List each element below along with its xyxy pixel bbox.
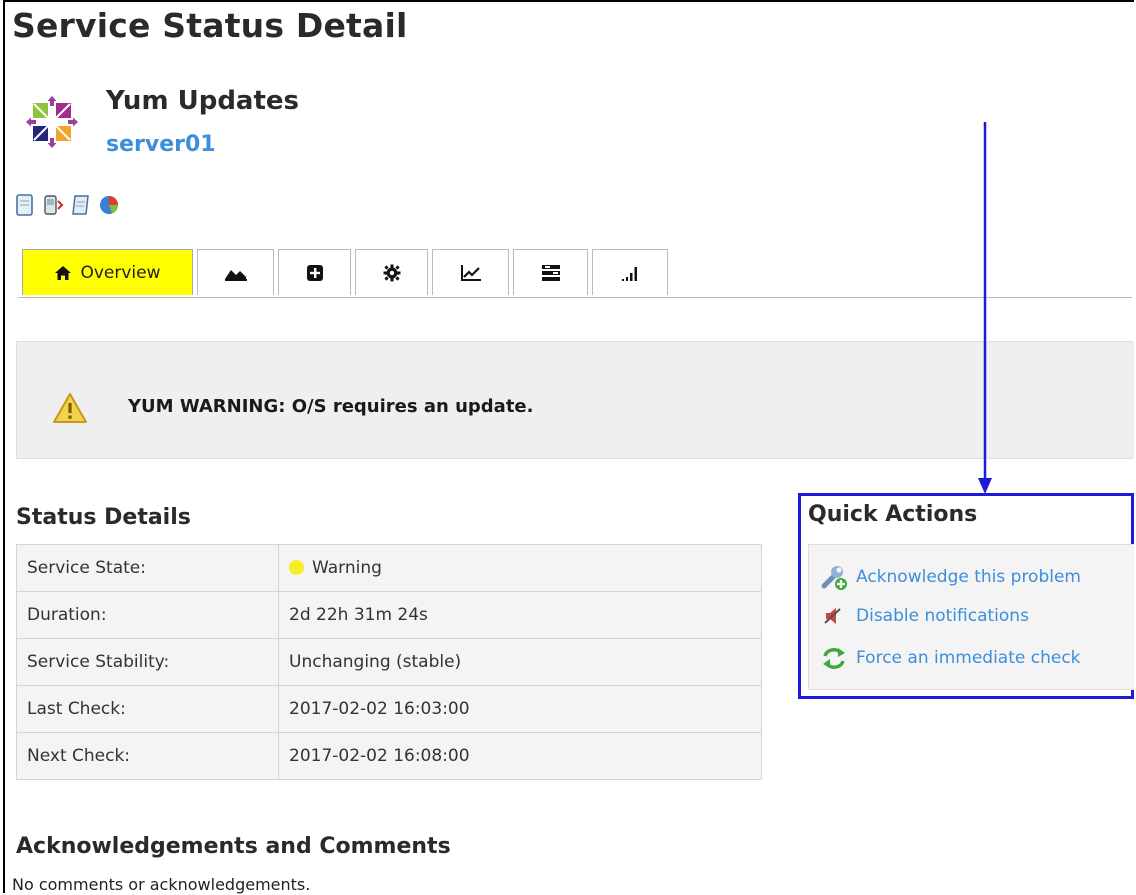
service-state-value: Warning: [312, 558, 382, 578]
row-value: 2d 22h 31m 24s: [278, 591, 762, 639]
row-value: Unchanging (stable): [278, 638, 762, 686]
gear-icon: [383, 264, 400, 281]
host-link[interactable]: server01: [106, 132, 216, 157]
table-row: Next Check: 2017-02-02 16:08:00: [16, 732, 762, 780]
disable-notifications-link[interactable]: Disable notifications: [856, 606, 1029, 626]
row-label: Last Check:: [16, 685, 279, 733]
tab-line-chart[interactable]: [432, 249, 509, 295]
pie-chart-icon[interactable]: [98, 193, 120, 217]
tab-area-chart[interactable]: [197, 249, 274, 295]
home-icon: [55, 265, 72, 280]
phone-alert-icon[interactable]: [42, 193, 64, 217]
table-row: Service Stability: Unchanging (stable): [16, 638, 762, 686]
row-label: Next Check:: [16, 732, 279, 780]
force-check-link[interactable]: Force an immediate check: [856, 648, 1081, 668]
tab-divider: [18, 297, 1132, 298]
disable-notifications-action[interactable]: Disable notifications: [820, 602, 1029, 630]
wrench-icon: [821, 566, 847, 590]
annotation-arrow: [978, 122, 992, 494]
status-details-heading: Status Details: [16, 505, 191, 530]
page-title: Service Status Detail: [12, 6, 408, 45]
quick-actions-heading: Quick Actions: [808, 502, 978, 527]
row-label: Duration:: [16, 591, 279, 639]
acknowledge-link[interactable]: Acknowledge this problem: [856, 567, 1081, 587]
warning-icon: [53, 393, 87, 423]
row-value: Warning: [278, 544, 762, 592]
header-icon-row: [14, 192, 120, 218]
table-row: Duration: 2d 22h 31m 24s: [16, 591, 762, 639]
acknowledge-action[interactable]: Acknowledge this problem: [820, 563, 1081, 591]
comments-heading: Acknowledgements and Comments: [16, 834, 451, 859]
tab-list[interactable]: [513, 249, 588, 295]
table-row: Last Check: 2017-02-02 16:03:00: [16, 685, 762, 733]
refresh-icon: [823, 648, 845, 669]
plus-square-icon: [306, 264, 323, 281]
tab-plus[interactable]: [278, 249, 351, 295]
area-chart-icon: [224, 269, 247, 281]
signal-bars-icon: [622, 266, 637, 281]
tab-overview-label: Overview: [80, 262, 161, 283]
status-message: YUM WARNING: O/S requires an update.: [128, 396, 534, 417]
tab-bar: Overview: [22, 249, 668, 297]
tab-signal[interactable]: [592, 249, 668, 295]
table-row: Service State: Warning: [16, 544, 762, 592]
line-chart-icon: [460, 264, 481, 281]
os-logo: [26, 96, 78, 148]
tab-settings[interactable]: [355, 249, 428, 295]
comments-empty-text: No comments or acknowledgements.: [12, 875, 311, 894]
list-bars-icon: [541, 264, 560, 281]
notes-icon[interactable]: [70, 193, 92, 217]
tab-overview[interactable]: Overview: [22, 249, 193, 295]
row-label: Service State:: [16, 544, 279, 592]
document-icon[interactable]: [14, 193, 36, 217]
state-indicator-dot: [289, 560, 304, 575]
status-details-table: Service State: Warning Duration: 2d 22h …: [16, 544, 762, 780]
row-value: 2017-02-02 16:08:00: [278, 732, 762, 780]
mute-icon: [824, 608, 841, 624]
row-label: Service Stability:: [16, 638, 279, 686]
row-value: 2017-02-02 16:03:00: [278, 685, 762, 733]
force-check-action[interactable]: Force an immediate check: [820, 644, 1081, 672]
service-name: Yum Updates: [106, 86, 300, 116]
